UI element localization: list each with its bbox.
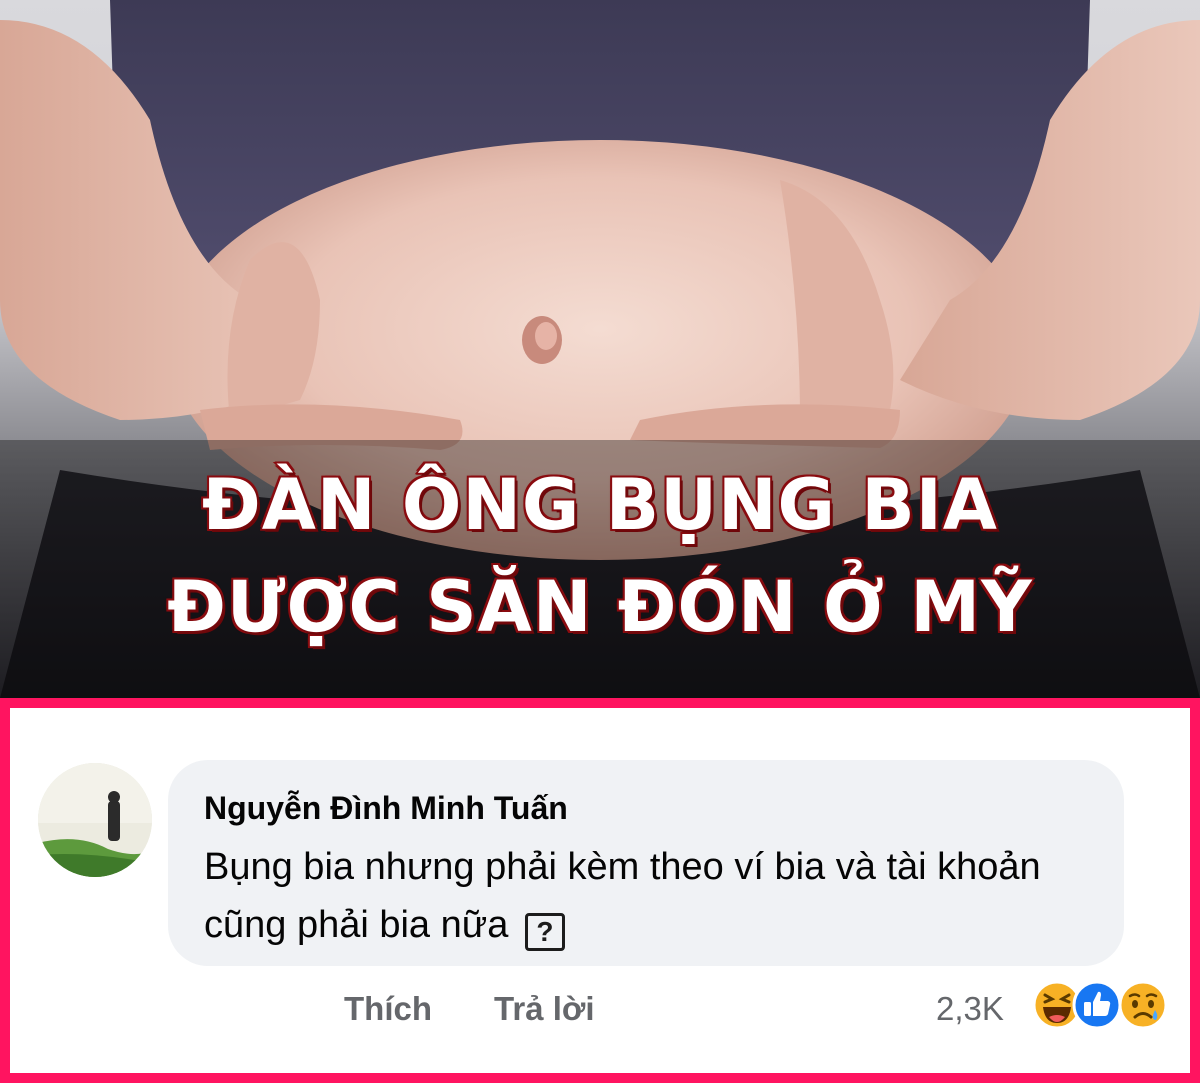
sad-icon <box>1118 980 1168 1030</box>
headline-line-2: ĐƯỢC SĂN ĐÓN Ở MỸ <box>166 566 1034 648</box>
comment-card: Nguyễn Đình Minh Tuấn Bụng bia nhưng phả… <box>0 698 1200 1083</box>
avatar[interactable] <box>38 763 152 877</box>
headline-line-1: ĐÀN ÔNG BỤNG BIA <box>201 464 999 546</box>
avatar-image <box>38 763 152 877</box>
comment-author[interactable]: Nguyễn Đình Minh Tuấn <box>204 790 568 827</box>
reaction-icons[interactable] <box>1032 980 1182 1034</box>
unsupported-emoji-icon: ? <box>524 913 565 951</box>
comment-body: Bụng bia nhưng phải kèm theo ví bia và t… <box>204 846 1041 946</box>
comment-bubble: Nguyễn Đình Minh Tuấn Bụng bia nhưng phả… <box>168 760 1124 966</box>
like-icon <box>1072 980 1122 1030</box>
reply-button[interactable]: Trả lời <box>494 990 595 1028</box>
post-image: ĐÀN ÔNG BỤNG BIA ĐƯỢC SĂN ĐÓN Ở MỸ <box>0 0 1200 698</box>
comment-text: Bụng bia nhưng phải kèm theo ví bia và t… <box>204 838 1104 954</box>
reaction-count[interactable]: 2,3K <box>936 990 1004 1028</box>
like-button[interactable]: Thích <box>344 990 432 1028</box>
